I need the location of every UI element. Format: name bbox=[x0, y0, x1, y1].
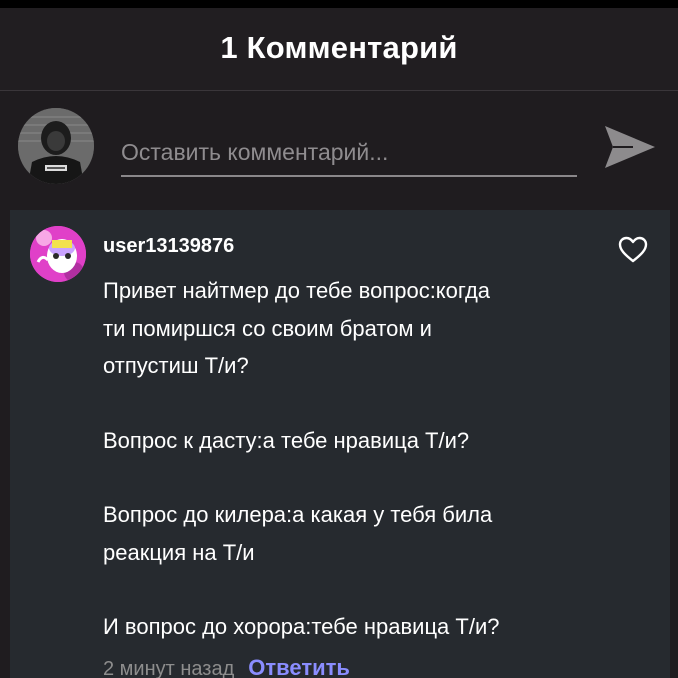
user-avatar-icon bbox=[18, 108, 94, 184]
commenter-avatar[interactable] bbox=[30, 226, 86, 282]
compose-comment-bar bbox=[0, 91, 678, 209]
comment-input[interactable] bbox=[121, 129, 577, 177]
current-user-avatar[interactable] bbox=[18, 108, 94, 184]
heart-icon bbox=[618, 236, 648, 262]
comment-paragraph: Вопрос до килера:а какая у тебя била реа… bbox=[103, 502, 493, 565]
page-title: 1 Комментарий bbox=[220, 30, 458, 65]
send-button[interactable] bbox=[600, 121, 660, 173]
like-button[interactable] bbox=[616, 234, 650, 264]
comments-header: 1 Комментарий bbox=[0, 8, 678, 90]
comment-paragraph: Привет найтмер до тебе вопрос:когда ти п… bbox=[103, 278, 491, 378]
comment-username[interactable]: user13139876 bbox=[103, 234, 234, 258]
comment-paragraph: Вопрос к дасту:а тебе нравица Т/и? bbox=[103, 427, 470, 453]
comment-paragraph: И вопрос до хорора:тебе нравица Т/и? bbox=[103, 614, 500, 639]
comment-meta: 2 минут назад Ответить bbox=[103, 655, 350, 678]
commenter-avatar-icon bbox=[30, 226, 86, 282]
send-icon bbox=[605, 126, 655, 168]
comment-text: Привет найтмер до тебе вопрос:когда ти п… bbox=[103, 272, 623, 646]
comment-card: user13139876 Привет найтмер до тебе вопр… bbox=[10, 210, 670, 678]
comment-timestamp: 2 минут назад bbox=[103, 658, 235, 678]
reply-button[interactable]: Ответить bbox=[248, 655, 350, 678]
status-bar-strip bbox=[0, 0, 678, 8]
comments-screen: 1 Комментарий Оставить комментарий... us… bbox=[0, 0, 678, 678]
